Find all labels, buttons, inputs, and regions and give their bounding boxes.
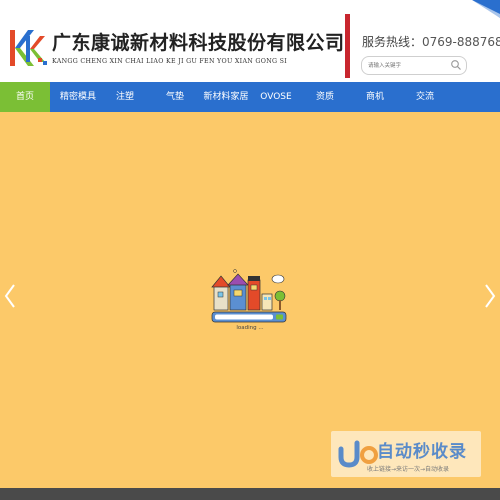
nav-item-qualification[interactable]: 资质 <box>308 82 342 112</box>
watermark-badge[interactable]: 自动秒收录 收上链接→来访一次→自动收录 <box>331 431 481 477</box>
corner-decoration <box>466 0 500 18</box>
arrow-left-icon[interactable] <box>3 282 17 310</box>
hotline-label: 服务热线： <box>362 35 423 49</box>
company-pinyin: KANGG CHENG XIN CHAI LIAO KE JI GU FEN Y… <box>52 58 288 65</box>
site-header: 广东康诚新材料科技股份有限公司 KANGG CHENG XIN CHAI LIA… <box>0 0 500 82</box>
bottom-image-strip <box>0 488 500 500</box>
search-icon[interactable] <box>450 59 462 71</box>
hotline-number: 0769-88876877 <box>422 35 500 49</box>
nav-item-exchange[interactable]: 交流 <box>408 82 442 112</box>
nav-item-home[interactable]: 首页 <box>0 82 50 112</box>
loading-text: loading ... <box>236 325 264 331</box>
hotline: 服务热线：0769-88876877 <box>362 33 500 50</box>
company-name: 广东康诚新材料科技股份有限公司 <box>52 32 345 54</box>
watermark-title: 自动秒收录 <box>377 442 467 462</box>
nav-item-ovose[interactable]: OVOSE <box>256 82 296 112</box>
nav-item-precision-molds[interactable]: 精密模具 <box>52 82 104 112</box>
nav-item-air-cushion[interactable]: 气垫 <box>158 82 192 112</box>
nav-item-injection[interactable]: 注塑 <box>108 82 142 112</box>
search-box <box>361 56 467 75</box>
logo-icon[interactable] <box>8 28 48 68</box>
main-nav: 首页 精密模具 注塑 气垫 新材料家居 OVOSE 资质 商机 交流 <box>0 82 500 112</box>
nav-item-new-material-home[interactable]: 新材料家居 <box>200 82 252 112</box>
loading-houses-icon <box>211 269 287 323</box>
arrow-right-icon[interactable] <box>483 282 497 310</box>
watermark-subtitle: 收上链接→来访一次→自动收录 <box>366 466 450 473</box>
nav-item-business[interactable]: 商机 <box>358 82 392 112</box>
search-input[interactable] <box>368 59 448 72</box>
header-divider <box>345 14 350 78</box>
